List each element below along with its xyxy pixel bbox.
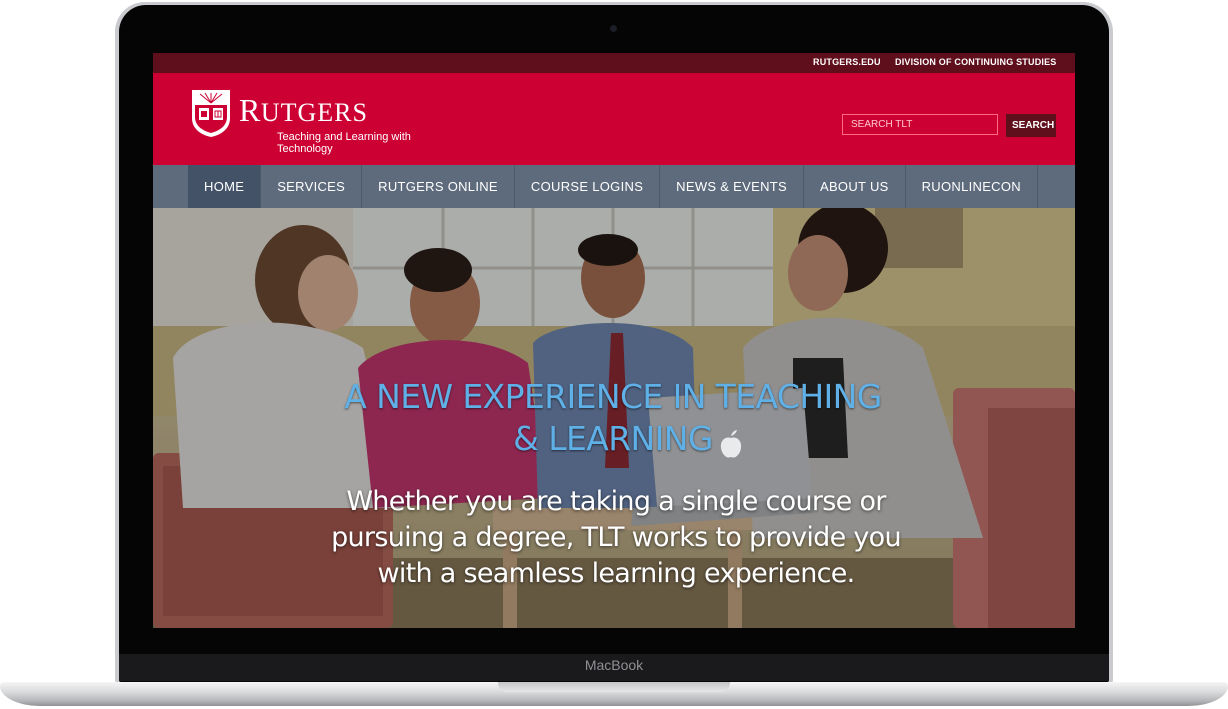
site-tagline: Teaching and Learning with Technology [277, 131, 411, 155]
rutgers-shield-icon [192, 90, 230, 137]
search-button[interactable]: SEARCH [1006, 114, 1056, 137]
site-header: RUTGERS Teaching and Learning with Techn… [153, 73, 1075, 165]
hero-title: A NEW EXPERIENCE IN TEACHING & LEARNING [344, 377, 882, 458]
rutgers-wordmark: RUTGERS [239, 92, 368, 128]
hero-subtitle: Whether you are taking a single course o… [331, 486, 902, 589]
nav-item-rutgers-online[interactable]: RUTGERS ONLINE [362, 165, 515, 208]
nav-item-home[interactable]: HOME [188, 165, 262, 208]
utility-link-continuing-studies[interactable]: DIVISION OF CONTINUING STUDIES [895, 57, 1057, 67]
hero-banner: A NEW EXPERIENCE IN TEACHING & LEARNING … [153, 208, 1075, 628]
nav-item-ruonlinecon[interactable]: RUONLINECON [906, 165, 1038, 208]
utility-link-rutgers-edu[interactable]: RUTGERS.EDU [813, 57, 881, 67]
nav-item-course-logins[interactable]: COURSE LOGINS [515, 165, 661, 208]
main-navigation: HOME SERVICES RUTGERS ONLINE COURSE LOGI… [153, 165, 1075, 208]
search-input[interactable] [842, 114, 998, 135]
device-brand-label: MacBook [584, 657, 644, 673]
browser-viewport: RUTGERS.EDU DIVISION OF CONTINUING STUDI… [153, 53, 1075, 628]
nav-item-news-events[interactable]: NEWS & EVENTS [660, 165, 804, 208]
nav-item-services[interactable]: SERVICES [261, 165, 363, 208]
nav-item-about-us[interactable]: ABOUT US [804, 165, 906, 208]
laptop-hinge-notch [498, 682, 730, 692]
utility-bar: RUTGERS.EDU DIVISION OF CONTINUING STUDI… [153, 53, 1075, 73]
camera-icon [610, 25, 617, 32]
